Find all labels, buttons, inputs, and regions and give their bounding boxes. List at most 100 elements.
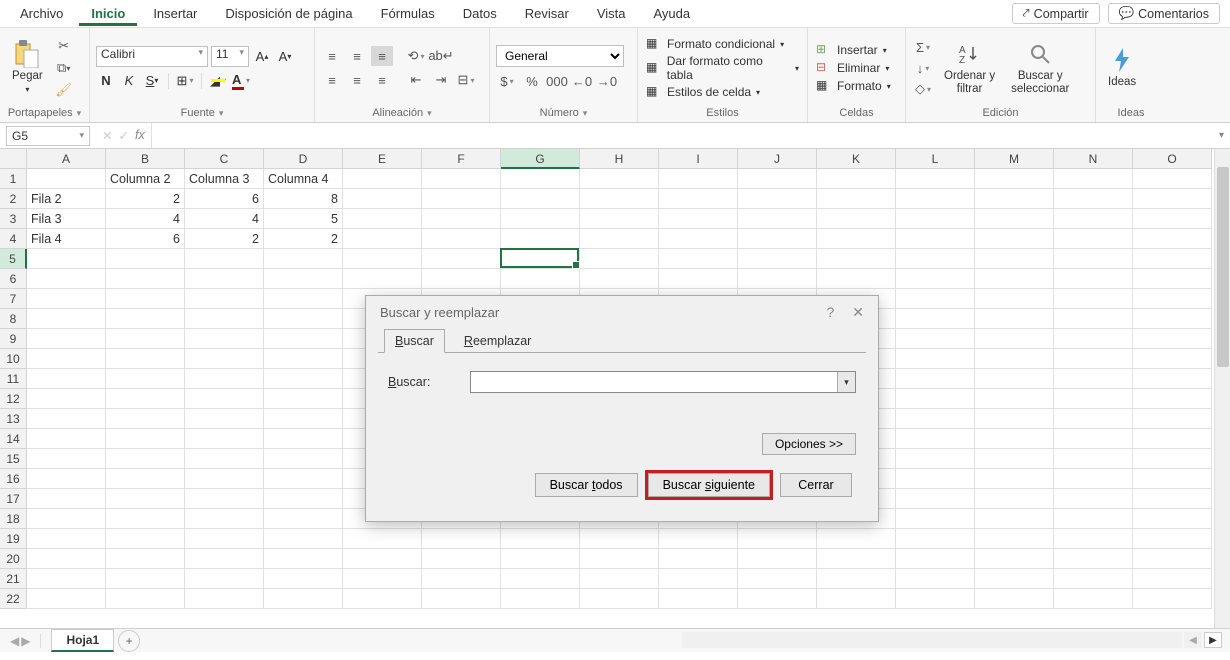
cell-B21[interactable]	[106, 569, 185, 589]
cell-E4[interactable]	[343, 229, 422, 249]
cell-D22[interactable]	[264, 589, 343, 609]
cell-C18[interactable]	[185, 509, 264, 529]
fx-button[interactable]: fx	[135, 128, 145, 143]
cell-A19[interactable]	[27, 529, 106, 549]
percent-button[interactable]: %	[521, 71, 543, 91]
cell-O8[interactable]	[1133, 309, 1212, 329]
cell-D10[interactable]	[264, 349, 343, 369]
cell-M5[interactable]	[975, 249, 1054, 269]
cell-D3[interactable]: 5	[264, 209, 343, 229]
cell-M6[interactable]	[975, 269, 1054, 289]
cell-C11[interactable]	[185, 369, 264, 389]
cell-F3[interactable]	[422, 209, 501, 229]
cell-A16[interactable]	[27, 469, 106, 489]
cell-M21[interactable]	[975, 569, 1054, 589]
cell-J1[interactable]	[738, 169, 817, 189]
cell-I3[interactable]	[659, 209, 738, 229]
cell-M13[interactable]	[975, 409, 1054, 429]
col-header-K[interactable]: K	[817, 149, 896, 169]
cell-B22[interactable]	[106, 589, 185, 609]
cell-N21[interactable]	[1054, 569, 1133, 589]
cell-H20[interactable]	[580, 549, 659, 569]
cell-I20[interactable]	[659, 549, 738, 569]
cell-G4[interactable]	[501, 229, 580, 249]
cell-M22[interactable]	[975, 589, 1054, 609]
cell-F21[interactable]	[422, 569, 501, 589]
cell-C8[interactable]	[185, 309, 264, 329]
cell-I5[interactable]	[659, 249, 738, 269]
cell-N1[interactable]	[1054, 169, 1133, 189]
cell-C12[interactable]	[185, 389, 264, 409]
col-header-J[interactable]: J	[738, 149, 817, 169]
cell-N9[interactable]	[1054, 329, 1133, 349]
row-header-8[interactable]: 8	[0, 309, 27, 329]
row-header-19[interactable]: 19	[0, 529, 27, 549]
cell-J22[interactable]	[738, 589, 817, 609]
cell-B5[interactable]	[106, 249, 185, 269]
cell-D1[interactable]: Columna 4	[264, 169, 343, 189]
row-header-12[interactable]: 12	[0, 389, 27, 409]
cell-H6[interactable]	[580, 269, 659, 289]
cell-K19[interactable]	[817, 529, 896, 549]
cell-C4[interactable]: 2	[185, 229, 264, 249]
cell-D5[interactable]	[264, 249, 343, 269]
cell-C7[interactable]	[185, 289, 264, 309]
cell-I2[interactable]	[659, 189, 738, 209]
row-header-17[interactable]: 17	[0, 489, 27, 509]
cell-J19[interactable]	[738, 529, 817, 549]
cell-D9[interactable]	[264, 329, 343, 349]
cell-N19[interactable]	[1054, 529, 1133, 549]
col-header-D[interactable]: D	[264, 149, 343, 169]
cell-A21[interactable]	[27, 569, 106, 589]
cell-O11[interactable]	[1133, 369, 1212, 389]
close-dialog-button[interactable]: Cerrar	[780, 473, 852, 497]
cell-H4[interactable]	[580, 229, 659, 249]
cell-E6[interactable]	[343, 269, 422, 289]
clear-button[interactable]: ◇	[912, 79, 934, 99]
cell-N4[interactable]	[1054, 229, 1133, 249]
cell-G21[interactable]	[501, 569, 580, 589]
cell-H3[interactable]	[580, 209, 659, 229]
cell-N2[interactable]	[1054, 189, 1133, 209]
cell-L18[interactable]	[896, 509, 975, 529]
cell-A13[interactable]	[27, 409, 106, 429]
col-header-C[interactable]: C	[185, 149, 264, 169]
cell-M18[interactable]	[975, 509, 1054, 529]
cell-N18[interactable]	[1054, 509, 1133, 529]
cell-E2[interactable]	[343, 189, 422, 209]
dialog-tab-reemplazar[interactable]: Reemplazar	[453, 329, 542, 353]
underline-button[interactable]: S▾	[142, 71, 162, 91]
cell-M20[interactable]	[975, 549, 1054, 569]
cell-M4[interactable]	[975, 229, 1054, 249]
cell-K22[interactable]	[817, 589, 896, 609]
cell-H22[interactable]	[580, 589, 659, 609]
cell-E21[interactable]	[343, 569, 422, 589]
cell-N3[interactable]	[1054, 209, 1133, 229]
cell-A4[interactable]: Fila 4	[27, 229, 106, 249]
cell-B7[interactable]	[106, 289, 185, 309]
cell-O19[interactable]	[1133, 529, 1212, 549]
cell-D2[interactable]: 8	[264, 189, 343, 209]
cell-M17[interactable]	[975, 489, 1054, 509]
cell-B17[interactable]	[106, 489, 185, 509]
cell-B19[interactable]	[106, 529, 185, 549]
cell-O1[interactable]	[1133, 169, 1212, 189]
row-header-22[interactable]: 22	[0, 589, 27, 609]
col-header-F[interactable]: F	[422, 149, 501, 169]
cell-E3[interactable]	[343, 209, 422, 229]
cell-O10[interactable]	[1133, 349, 1212, 369]
name-box[interactable]: G5▾	[6, 126, 90, 146]
cell-C19[interactable]	[185, 529, 264, 549]
cell-C13[interactable]	[185, 409, 264, 429]
cell-I22[interactable]	[659, 589, 738, 609]
cell-L1[interactable]	[896, 169, 975, 189]
cell-M1[interactable]	[975, 169, 1054, 189]
cell-L7[interactable]	[896, 289, 975, 309]
align-middle-button[interactable]: ≡	[346, 46, 368, 66]
cell-B13[interactable]	[106, 409, 185, 429]
tab-inicio[interactable]: Inicio	[79, 2, 137, 26]
row-header-11[interactable]: 11	[0, 369, 27, 389]
autosum-button[interactable]: Σ	[912, 37, 934, 57]
cell-G1[interactable]	[501, 169, 580, 189]
align-center-button[interactable]: ≡	[346, 70, 368, 90]
